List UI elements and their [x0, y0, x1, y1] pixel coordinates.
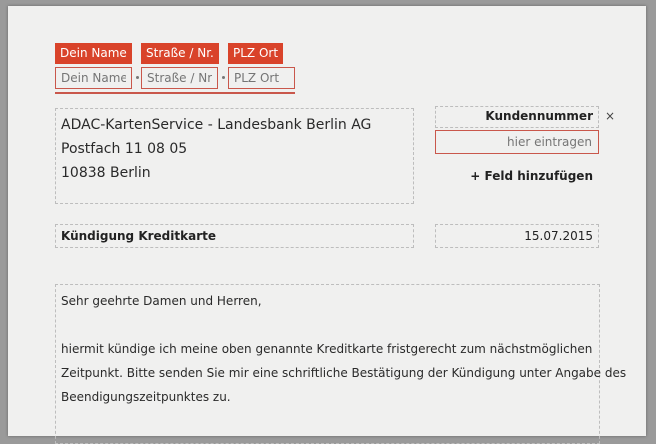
letter-page: Dein Name Straße / Nr. PLZ Ort ADAC-Kart… [8, 6, 646, 444]
salutation: Sehr geehrte Damen und Herren, [61, 294, 262, 308]
sender-street-tag: Straße / Nr. [141, 43, 219, 64]
recipient-line-company: ADAC-KartenService - Landesbank Berlin A… [61, 117, 372, 133]
sender-city-field[interactable] [228, 67, 295, 89]
recipient-line-city: 10838 Berlin [61, 165, 151, 181]
sender-block: Dein Name Straße / Nr. PLZ Ort [55, 43, 295, 89]
sender-street-field[interactable] [141, 67, 218, 89]
add-field-button[interactable]: + Feld hinzufügen [435, 169, 593, 183]
letter-body[interactable]: Sehr geehrte Damen und Herren, hiermit k… [55, 284, 627, 444]
sender-underline [55, 92, 295, 94]
date-field[interactable]: 15.07.2015 [435, 224, 599, 248]
subject-field[interactable]: Kündigung Kreditkarte [55, 224, 414, 248]
recipient-line-postbox: Postfach 11 08 05 [61, 141, 188, 157]
customer-number-input[interactable] [435, 130, 599, 154]
sender-name-field[interactable] [55, 67, 132, 89]
sender-city-tag: PLZ Ort [228, 43, 284, 64]
separator-dot [136, 76, 139, 79]
close-icon[interactable]: × [605, 109, 615, 123]
customer-number-label: Kundennummer [485, 109, 593, 123]
body-line: Beendigungszeitpunktes zu. [61, 390, 231, 404]
separator-dot [222, 76, 225, 79]
sender-name-tag: Dein Name [55, 43, 132, 64]
body-line: hiermit kündige ich meine oben genannte … [61, 342, 593, 356]
recipient-address[interactable]: ADAC-KartenService - Landesbank Berlin A… [55, 108, 414, 204]
body-line: Zeitpunkt. Bitte senden Sie mir eine sch… [61, 366, 627, 380]
